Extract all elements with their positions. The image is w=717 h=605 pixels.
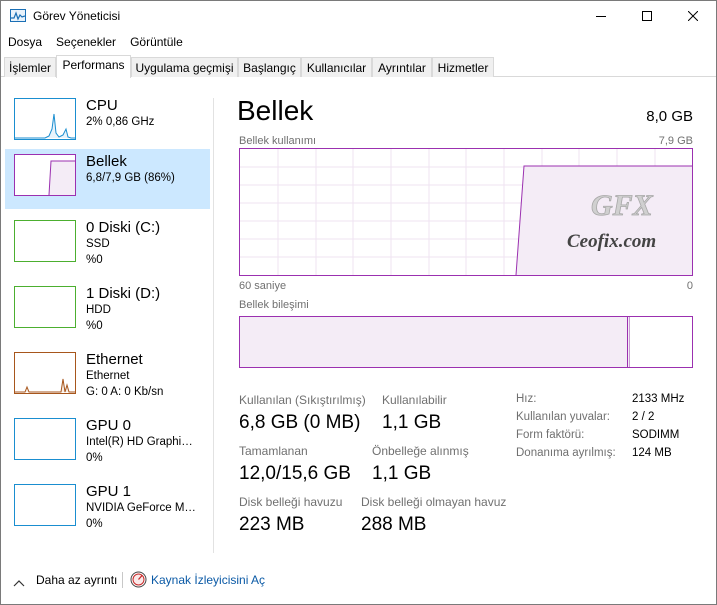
sidebar-item-gpu-0[interactable]: GPU 0 Intel(R) HD Graphi… 0% xyxy=(5,413,210,473)
sidebar-item-usage: G: 0 A: 0 Kb/sn xyxy=(86,386,164,398)
sidebar-item-memory[interactable]: Bellek 6,8/7,9 GB (86%) xyxy=(5,149,210,209)
menu-file[interactable]: Dosya xyxy=(1,32,49,52)
composition-in-use xyxy=(240,317,628,367)
sidebar-item-usage: 0% xyxy=(86,518,103,530)
spec-speed-value: 2133 MHz xyxy=(632,393,685,405)
available-value: 1,1 GB xyxy=(382,412,442,433)
task-manager-window: Görev Yöneticisi Dosya Seçenekler Görünt… xyxy=(0,0,717,605)
disk-d-thumbnail-graph xyxy=(14,286,76,328)
sidebar-item-title: CPU xyxy=(86,97,118,114)
cached-value: 1,1 GB xyxy=(372,463,432,484)
tab-users[interactable]: Kullanıcılar xyxy=(301,57,372,77)
spec-hardware-reserved-label: Donanıma ayrılmış: xyxy=(516,447,616,459)
graph-axis-right: 0 xyxy=(686,280,693,292)
chevron-up-icon[interactable] xyxy=(13,574,25,592)
page-title: Bellek xyxy=(237,95,314,126)
sidebar-item-detail: HDD xyxy=(86,304,111,316)
cpu-thumbnail-graph xyxy=(14,98,76,140)
sidebar-item-title: 0 Diski (C:) xyxy=(86,219,161,236)
svg-text:GFX: GFX xyxy=(591,189,654,222)
ceofix-watermark: GFX Ceofix.com xyxy=(561,181,691,256)
tab-services[interactable]: Hizmetler xyxy=(432,57,494,77)
sidebar-item-usage: %0 xyxy=(86,320,103,332)
footer-separator xyxy=(122,572,123,588)
sidebar-item-detail: Ethernet xyxy=(86,370,130,382)
spec-form-factor-label: Form faktörü: xyxy=(516,429,585,441)
committed-label: Tamamlanan xyxy=(239,444,308,458)
title-bar: Görev Yöneticisi xyxy=(1,1,716,31)
sidebar-item-disk-d[interactable]: 1 Diski (D:) HDD %0 xyxy=(5,281,210,341)
sidebar-item-usage: 0% xyxy=(86,452,103,464)
gpu-1-thumbnail-graph xyxy=(14,484,76,526)
usage-graph-max: 7,9 GB xyxy=(658,135,693,147)
in-use-label: Kullanılan (Sıkıştırılmış) xyxy=(239,393,366,407)
sidebar-item-usage: %0 xyxy=(86,254,103,266)
sidebar-item-gpu-1[interactable]: GPU 1 NVIDIA GeForce M… 0% xyxy=(5,479,210,539)
spec-slots-label: Kullanılan yuvalar: xyxy=(516,411,610,423)
sidebar-item-title: Bellek xyxy=(86,153,127,170)
task-manager-icon xyxy=(10,9,26,22)
composition-label: Bellek bileşimi xyxy=(239,299,309,311)
minimize-button[interactable] xyxy=(578,1,624,31)
total-memory: 8,0 GB xyxy=(646,108,693,125)
committed-value: 12,0/15,6 GB xyxy=(239,463,351,484)
cached-label: Önbelleğe alınmış xyxy=(372,444,469,458)
sidebar-item-detail: NVIDIA GeForce M… xyxy=(86,502,196,514)
panel-divider xyxy=(213,98,214,553)
sidebar-item-detail: 6,8/7,9 GB (86%) xyxy=(86,172,175,184)
menu-view[interactable]: Görüntüle xyxy=(123,32,190,52)
ethernet-thumbnail-graph xyxy=(14,352,76,394)
maximize-button[interactable] xyxy=(624,1,670,31)
menu-options[interactable]: Seçenekler xyxy=(49,32,123,52)
graph-axis-left: 60 saniye xyxy=(239,280,287,292)
paged-pool-label: Disk belleği havuzu xyxy=(239,495,343,509)
sidebar-item-disk-c[interactable]: 0 Diski (C:) SSD %0 xyxy=(5,215,210,275)
spec-form-factor-value: SODIMM xyxy=(632,429,680,441)
non-paged-pool-value: 288 MB xyxy=(361,514,427,535)
in-use-value: 6,8 GB (0 MB) xyxy=(239,412,361,433)
tab-details[interactable]: Ayrıntılar xyxy=(372,57,432,77)
sidebar-item-detail: Intel(R) HD Graphi… xyxy=(86,436,193,448)
sidebar-item-title: 1 Diski (D:) xyxy=(86,285,161,302)
performance-panel: CPU 2% 0,86 GHz Bellek 6,8/7,9 GB (86%) … xyxy=(1,78,716,563)
available-label: Kullanılabilir xyxy=(382,393,447,407)
tab-processes[interactable]: İşlemler xyxy=(4,57,56,77)
paged-pool-value: 223 MB xyxy=(239,514,305,535)
sidebar-item-title: GPU 1 xyxy=(86,483,132,500)
window-title: Görev Yöneticisi xyxy=(33,9,121,23)
maximize-icon xyxy=(642,11,652,21)
open-resource-monitor-link[interactable]: Kaynak İzleyicisini Aç xyxy=(151,573,265,587)
tab-app-history[interactable]: Uygulama geçmişi xyxy=(131,57,238,77)
sidebar-item-ethernet[interactable]: Ethernet Ethernet G: 0 A: 0 Kb/sn xyxy=(5,347,210,407)
sidebar-item-title: GPU 0 xyxy=(86,417,132,434)
memory-thumbnail-graph xyxy=(14,154,76,196)
non-paged-pool-label: Disk belleği olmayan havuz xyxy=(361,495,507,509)
fewer-details-link[interactable]: Daha az ayrıntı xyxy=(36,573,117,587)
resource-monitor-icon xyxy=(130,571,147,593)
minimize-icon xyxy=(596,16,606,17)
gpu-0-thumbnail-graph xyxy=(14,418,76,460)
sidebar-item-cpu[interactable]: CPU 2% 0,86 GHz xyxy=(5,93,210,153)
sidebar-item-detail: 2% 0,86 GHz xyxy=(86,116,155,128)
spec-speed-label: Hız: xyxy=(516,393,537,405)
tab-startup[interactable]: Başlangıç xyxy=(238,57,301,77)
memory-composition-bar xyxy=(239,316,693,368)
tab-bar: İşlemler Performans Uygulama geçmişi Baş… xyxy=(1,55,716,78)
sidebar-item-title: Ethernet xyxy=(86,351,143,368)
close-icon xyxy=(688,11,698,21)
disk-c-thumbnail-graph xyxy=(14,220,76,262)
watermark-text: Ceofix.com xyxy=(567,231,656,252)
usage-graph-label: Bellek kullanımı xyxy=(239,135,317,147)
footer-bar: Daha az ayrıntı Kaynak İzleyicisini Aç xyxy=(1,563,716,603)
menu-bar: Dosya Seçenekler Görüntüle xyxy=(1,32,716,52)
composition-modified xyxy=(628,317,630,367)
spec-slots-value: 2 / 2 xyxy=(632,411,655,423)
sidebar-item-detail: SSD xyxy=(86,238,110,250)
spec-hardware-reserved-value: 124 MB xyxy=(632,447,672,459)
tab-performance[interactable]: Performans xyxy=(56,55,131,78)
close-button[interactable] xyxy=(670,1,716,31)
